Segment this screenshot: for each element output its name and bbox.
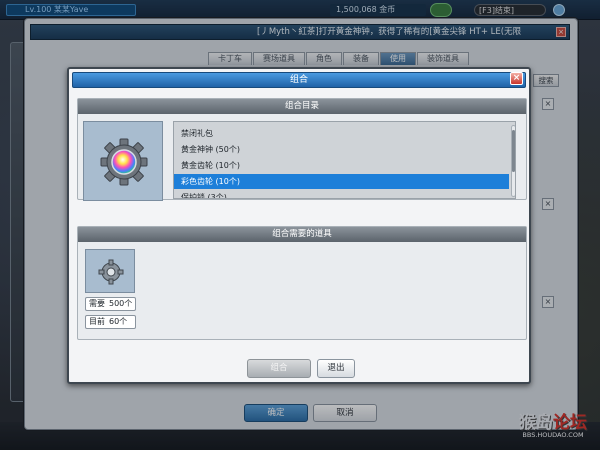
dialog-buttons: 组合 退出: [247, 359, 355, 378]
required-amount-value: 500个: [109, 299, 133, 308]
combine-dialog: 组合 × 组合目录 禁闭礼包 黄金神钟 (50个) 黄金齿轮 (10个) 彩色齿…: [67, 67, 531, 384]
item-preview: [83, 121, 163, 201]
recipe-item[interactable]: 黄金齿轮 (10个): [174, 158, 509, 173]
current-amount-value: 60个: [109, 317, 128, 326]
dialog-title: 组合: [72, 72, 526, 88]
recipe-item[interactable]: 黄金神钟 (50个): [174, 142, 509, 157]
scrollbar-thumb[interactable]: [512, 130, 515, 172]
current-amount-label: 目前: [89, 317, 105, 326]
recipe-item[interactable]: 保护锁 (3个): [174, 190, 509, 198]
required-header: 组合需要的道具: [78, 227, 526, 242]
recipe-item[interactable]: 禁闭礼包: [174, 126, 509, 141]
required-amount: 需要 500个: [85, 297, 136, 311]
required-item-slot: [85, 249, 135, 293]
current-amount: 目前 60个: [85, 315, 136, 329]
combine-catalog-section: 组合目录 禁闭礼包 黄金神钟 (50个) 黄金齿轮 (10个) 彩色齿轮 (10…: [77, 98, 527, 201]
recipe-list-scrollbar[interactable]: [511, 125, 515, 197]
recipe-item-selected[interactable]: 彩色齿轮 (10个): [174, 174, 509, 189]
rainbow-gear-icon: [100, 138, 148, 186]
required-items-section: 组合需要的道具 需要 500个 目前 60个: [77, 226, 527, 340]
dialog-close-button[interactable]: ×: [510, 72, 523, 85]
required-amount-label: 需要: [89, 299, 105, 308]
gear-part-icon: [98, 259, 124, 285]
combine-recipe-list: 禁闭礼包 黄金神钟 (50个) 黄金齿轮 (10个) 彩色齿轮 (10个) 保护…: [173, 121, 516, 199]
catalog-header: 组合目录: [78, 99, 526, 114]
combine-button[interactable]: 组合: [247, 359, 311, 378]
exit-button[interactable]: 退出: [317, 359, 355, 378]
